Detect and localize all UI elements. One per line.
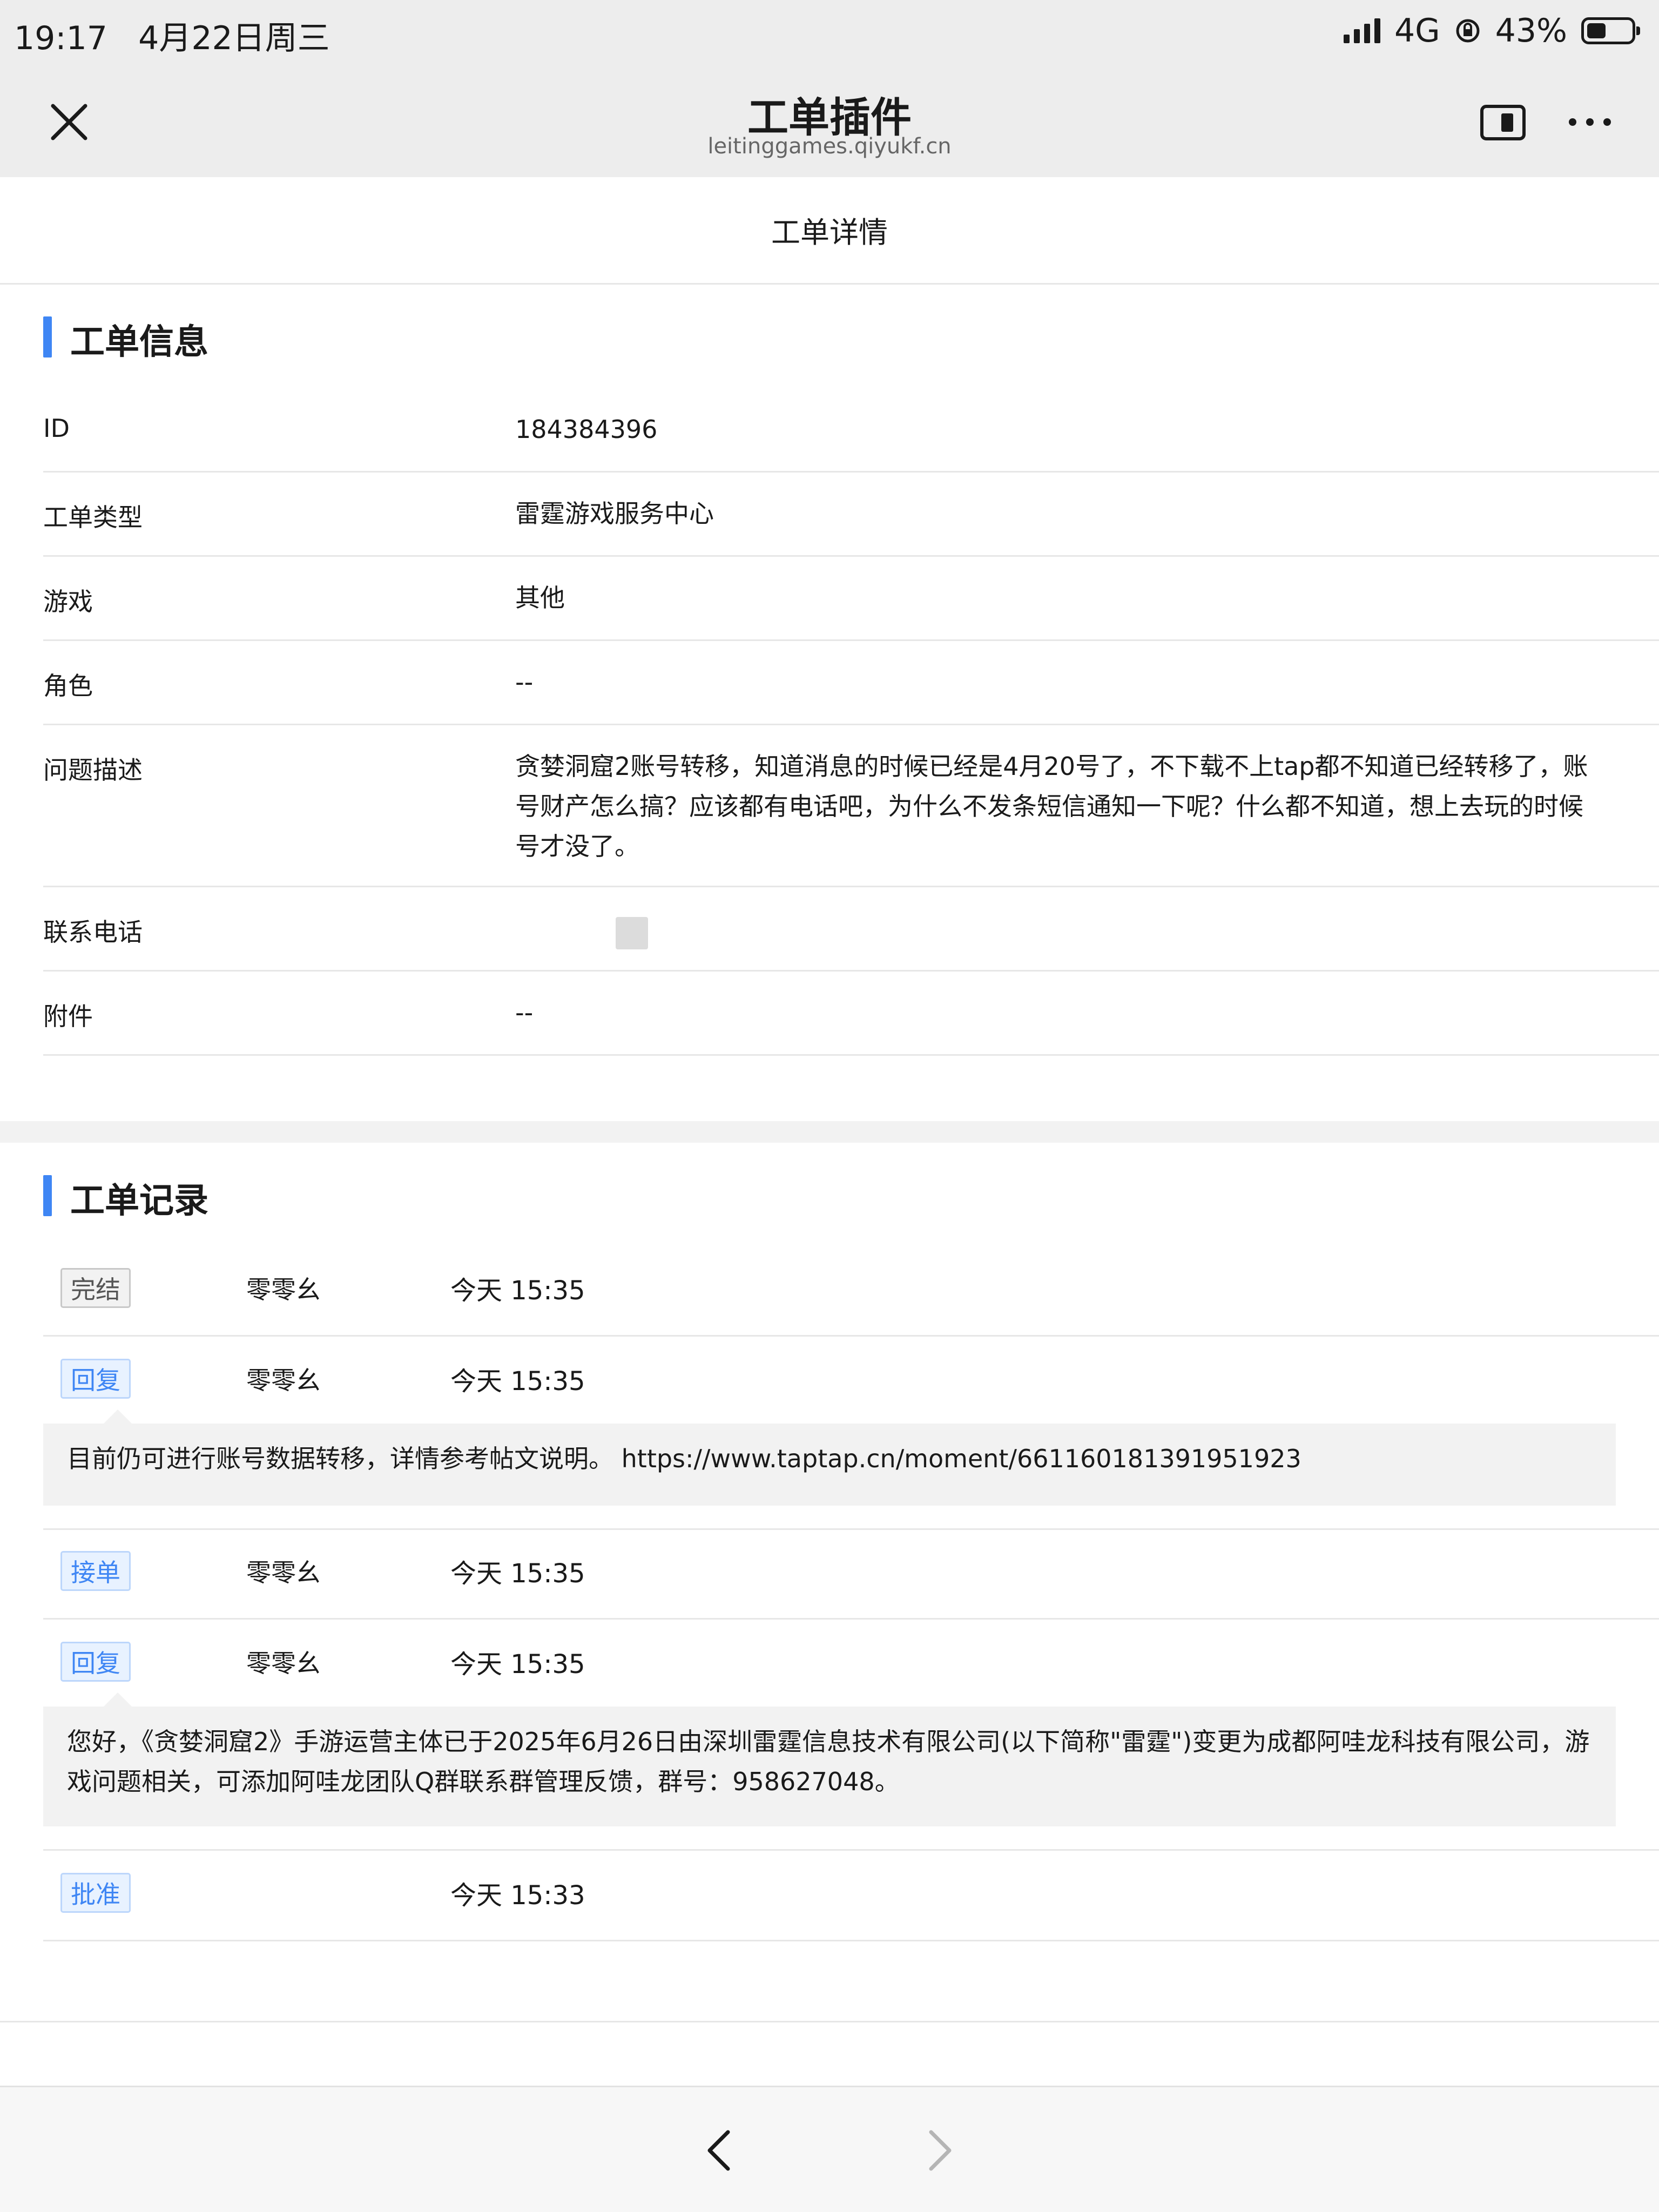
divider bbox=[43, 886, 1659, 887]
battery-percent: 43% bbox=[1495, 12, 1567, 50]
rotation-lock-icon bbox=[1456, 19, 1480, 43]
record-time: 今天 15:35 bbox=[450, 1366, 585, 1397]
more-icon bbox=[1569, 118, 1611, 126]
floating-window-button[interactable] bbox=[1480, 104, 1526, 141]
record-user: 零零幺 bbox=[246, 1558, 321, 1587]
record-time: 今天 15:33 bbox=[450, 1880, 585, 1911]
phone-label: 联系电话 bbox=[43, 918, 143, 947]
role-value: -- bbox=[515, 667, 534, 697]
attachment-value: -- bbox=[515, 998, 534, 1027]
divider bbox=[43, 970, 1659, 972]
attachment-label: 附件 bbox=[43, 1002, 93, 1031]
chevron-right-icon bbox=[929, 2130, 952, 2171]
record-time: 今天 15:35 bbox=[450, 1649, 585, 1680]
divider bbox=[43, 1940, 1659, 1941]
section-separator bbox=[0, 1121, 1659, 1143]
description-value: 贪婪洞窟2账号转移，知道消息的时候已经是4月20号了，不下载不上tap都不知道已… bbox=[515, 752, 1588, 861]
chevron-left-icon bbox=[707, 2130, 730, 2171]
info-section-title: 工单信息 bbox=[70, 322, 208, 362]
game-value: 其他 bbox=[515, 583, 565, 612]
reply-content: 目前仍可进行账号数据转移，详情参考帖文说明。 https://www.tapta… bbox=[43, 1410, 1616, 1506]
back-button[interactable] bbox=[700, 2125, 738, 2176]
game-label: 游戏 bbox=[43, 587, 93, 616]
phone-value-placeholder bbox=[616, 917, 648, 949]
divider bbox=[43, 724, 1659, 725]
divider bbox=[43, 555, 1659, 557]
network-type: 4G bbox=[1394, 12, 1440, 50]
bottom-nav-bar bbox=[0, 2086, 1659, 2212]
section-accent-bar bbox=[43, 316, 52, 358]
signal-icon bbox=[1343, 18, 1380, 43]
record-user: 零零幺 bbox=[246, 1649, 321, 1678]
divider bbox=[43, 1335, 1659, 1337]
status-time: 19:17 bbox=[14, 19, 107, 57]
record-time: 今天 15:35 bbox=[450, 1559, 585, 1589]
record-tag-done: 完结 bbox=[60, 1268, 131, 1308]
forward-button[interactable] bbox=[921, 2125, 959, 2176]
divider bbox=[43, 1528, 1659, 1530]
divider bbox=[43, 1849, 1659, 1851]
reply-content: 您好，《贪婪洞窟2》手游运营主体已于2025年6月26日由深圳雷霆信息技术有限公… bbox=[43, 1692, 1616, 1826]
type-label: 工单类型 bbox=[43, 503, 143, 532]
record-tag-reply: 回复 bbox=[60, 1359, 131, 1399]
floating-window-icon bbox=[1480, 105, 1526, 140]
type-value: 雷霆游戏服务中心 bbox=[515, 499, 714, 528]
record-tag-approve: 批准 bbox=[60, 1873, 131, 1913]
more-button[interactable] bbox=[1564, 103, 1616, 140]
role-label: 角色 bbox=[43, 671, 93, 700]
records-section-title: 工单记录 bbox=[70, 1181, 208, 1221]
status-time-date: 19:17 4月22日周三 bbox=[14, 12, 330, 59]
divider bbox=[43, 1618, 1659, 1620]
status-date: 4月22日周三 bbox=[138, 19, 330, 57]
record-user: 零零幺 bbox=[246, 1366, 321, 1395]
record-tag-accept: 接单 bbox=[60, 1551, 131, 1591]
record-tag-reply: 回复 bbox=[60, 1642, 131, 1682]
divider bbox=[43, 639, 1659, 641]
id-label: ID bbox=[43, 414, 70, 443]
nav-domain: leitinggames.qiyukf.cn bbox=[707, 134, 952, 159]
page-title: 工单详情 bbox=[771, 215, 888, 249]
status-indicators: 4G 43% bbox=[1343, 12, 1640, 50]
divider bbox=[0, 283, 1659, 285]
divider bbox=[0, 2021, 1659, 2022]
battery-icon bbox=[1581, 17, 1640, 44]
record-time: 今天 15:35 bbox=[450, 1276, 585, 1306]
record-user: 零零幺 bbox=[246, 1275, 321, 1304]
divider bbox=[43, 471, 1659, 473]
description-label: 问题描述 bbox=[43, 756, 143, 785]
id-value: 184384396 bbox=[515, 415, 658, 444]
divider bbox=[43, 1054, 1659, 1056]
section-accent-bar bbox=[43, 1175, 52, 1216]
